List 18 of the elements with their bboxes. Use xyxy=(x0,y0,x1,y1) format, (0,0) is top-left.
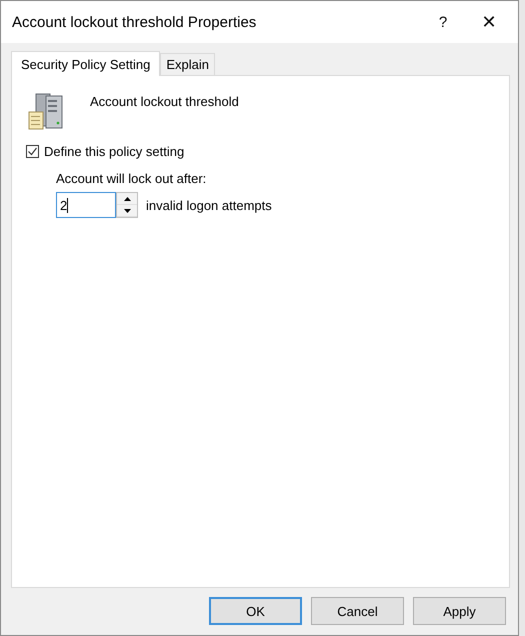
close-button[interactable]: ✕ xyxy=(466,1,512,43)
spin-down-button[interactable] xyxy=(117,205,137,217)
lockout-label: Account will lock out after: xyxy=(56,171,208,186)
dialog-button[interactable]: OK xyxy=(209,597,302,625)
window-title: Account lockout threshold Properties xyxy=(12,14,258,30)
spin-up-button[interactable] xyxy=(117,193,137,205)
tab[interactable]: Security Policy Setting xyxy=(11,51,160,76)
tab[interactable]: Explain xyxy=(160,53,215,75)
number-field[interactable]: 2 xyxy=(56,192,116,218)
checkbox[interactable] xyxy=(26,145,39,158)
down-arrow-icon xyxy=(124,208,130,212)
checkbox-label: Define this policy setting xyxy=(44,144,184,159)
dialog-button[interactable]: Apply xyxy=(413,597,506,625)
dialog-button[interactable]: Cancel xyxy=(311,597,404,625)
attempts-label: invalid logon attempts xyxy=(146,198,272,212)
up-arrow-icon xyxy=(124,196,130,200)
policy-name: Account lockout threshold xyxy=(90,94,239,109)
help-button[interactable]: ? xyxy=(420,1,466,43)
